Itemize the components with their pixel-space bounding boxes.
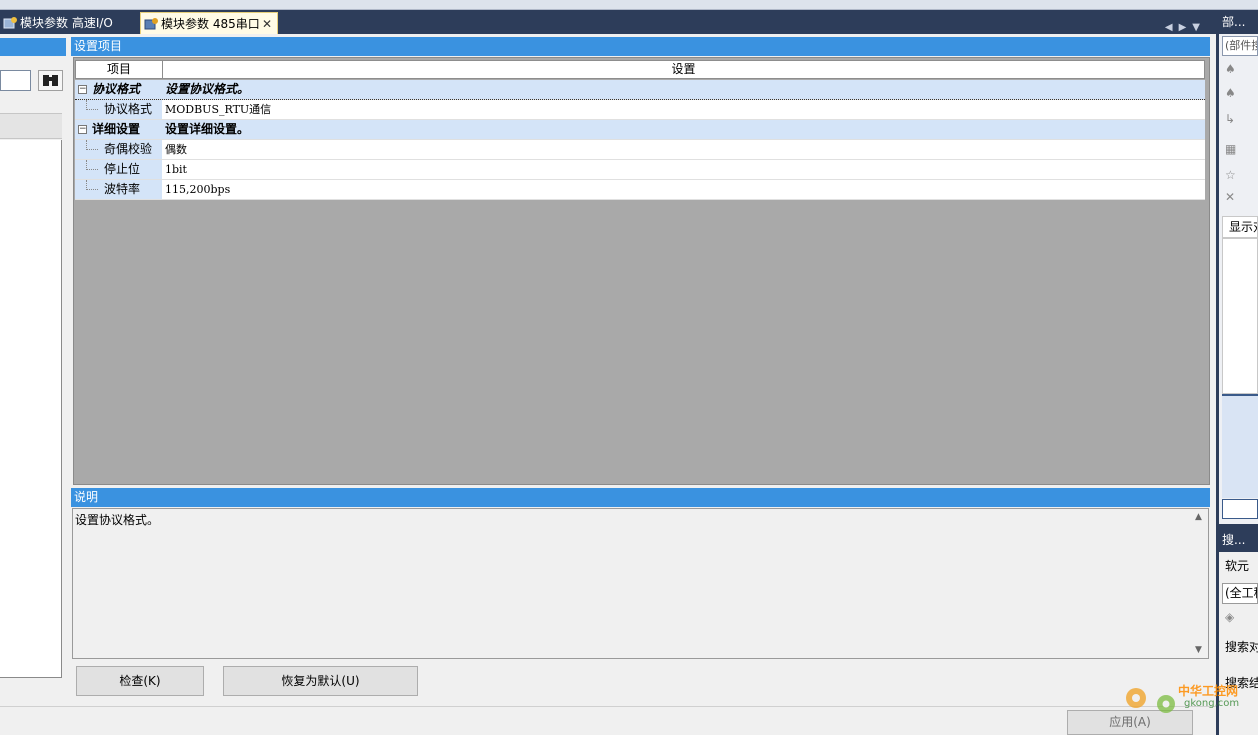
column-item-header: 项目 bbox=[76, 61, 163, 78]
search-target-label: 搜索对 bbox=[1225, 640, 1258, 654]
row-value[interactable]: 115,200bps bbox=[162, 180, 1205, 199]
tab-scroll-arrows-icon[interactable]: ◀▶▼ bbox=[1165, 22, 1206, 33]
row-label: − 详细设置 bbox=[75, 120, 162, 139]
module-params-icon bbox=[3, 17, 17, 29]
row-value: 设置详细设置。 bbox=[162, 120, 1205, 139]
close-icon[interactable]: ✕ bbox=[262, 13, 272, 35]
binoculars-icon bbox=[43, 75, 58, 86]
bottom-bar bbox=[0, 706, 1216, 735]
tab-label: 模块参数 高速I/O bbox=[20, 16, 113, 30]
setting-row-stop-bit[interactable]: 停止位 1bit bbox=[75, 160, 1205, 180]
group-row-protocol-format[interactable]: − 协议格式 设置协议格式。 bbox=[75, 80, 1205, 100]
left-item-list[interactable] bbox=[0, 140, 62, 678]
setting-row-protocol-format[interactable]: 协议格式 MODBUS_RTU通信 bbox=[75, 100, 1205, 120]
scroll-up-icon[interactable]: ▲ bbox=[1195, 512, 1202, 522]
description-box bbox=[72, 508, 1209, 659]
left-list-header bbox=[0, 113, 62, 139]
search-panel-title: 搜... bbox=[1222, 533, 1246, 547]
find-icon[interactable]: ♠ bbox=[1225, 62, 1241, 76]
row-value[interactable]: 1bit bbox=[162, 160, 1205, 179]
settings-section-title: 设置项目 bbox=[71, 37, 1210, 56]
tree-connector bbox=[86, 160, 98, 170]
display-tab[interactable]: 显示对 bbox=[1222, 216, 1258, 238]
binoculars-search-button[interactable] bbox=[38, 70, 63, 91]
parts-icon[interactable]: ▦ bbox=[1225, 142, 1241, 156]
delete-x-icon[interactable]: ✕ bbox=[1225, 190, 1241, 204]
document-tab-bar: 模块参数 高速I/O 模块参数 485串口 ✕ ◀▶▼ bbox=[0, 10, 1258, 34]
tree-connector bbox=[86, 140, 98, 150]
search-scope-dropdown[interactable]: (全工程 bbox=[1222, 583, 1258, 604]
parts-list[interactable] bbox=[1222, 238, 1258, 394]
column-setting-header: 设置 bbox=[671, 62, 696, 76]
find-next-icon[interactable]: ♠ bbox=[1225, 86, 1241, 100]
description-text: 设置协议格式。 bbox=[75, 513, 160, 527]
row-label: 奇偶校验 bbox=[75, 140, 162, 159]
search-options-icon[interactable]: ◈ bbox=[1225, 610, 1241, 624]
tree-connector bbox=[86, 180, 98, 190]
settings-column-header: 项目 设置 bbox=[75, 60, 1205, 79]
row-value[interactable]: 偶数 bbox=[162, 140, 1205, 159]
tree-connector bbox=[86, 100, 98, 110]
software-device-label: 软元 bbox=[1225, 559, 1250, 573]
watermark-url: gkong.com bbox=[1184, 698, 1240, 709]
tab-module-params-485-serial[interactable]: 模块参数 485串口 ✕ bbox=[140, 12, 278, 34]
row-value[interactable]: MODBUS_RTU通信 bbox=[162, 100, 1205, 119]
parts-search-input[interactable]: (部件搜 bbox=[1222, 36, 1258, 56]
setting-row-baud-rate[interactable]: 波特率 115,200bps bbox=[75, 180, 1205, 200]
setting-row-parity[interactable]: 奇偶校验 偶数 bbox=[75, 140, 1205, 160]
insert-icon[interactable]: ↳ bbox=[1225, 112, 1241, 126]
collapse-icon[interactable]: − bbox=[78, 85, 87, 94]
check-button[interactable]: 检查(K) bbox=[76, 666, 204, 696]
parts-panel-title: 部... bbox=[1222, 15, 1246, 29]
collapse-icon[interactable]: − bbox=[78, 125, 87, 134]
row-label: 协议格式 bbox=[75, 100, 162, 119]
module-params-icon bbox=[144, 18, 158, 30]
row-label: 波特率 bbox=[75, 180, 162, 199]
group-row-detail-settings[interactable]: − 详细设置 设置详细设置。 bbox=[75, 120, 1205, 140]
favorite-star-icon[interactable]: ☆ bbox=[1225, 168, 1241, 182]
tab-module-params-highspeed-io[interactable]: 模块参数 高速I/O bbox=[0, 12, 136, 34]
watermark-text: 中华工控网 bbox=[1178, 684, 1239, 698]
row-label: 停止位 bbox=[75, 160, 162, 179]
parts-panel-footer-tabs[interactable] bbox=[1222, 499, 1258, 519]
description-section-title: 说明 bbox=[71, 488, 1210, 507]
scroll-down-icon[interactable]: ▼ bbox=[1195, 645, 1202, 655]
parts-preview-area bbox=[1222, 394, 1258, 498]
left-panel-header bbox=[0, 38, 66, 56]
left-search-input[interactable] bbox=[0, 70, 31, 91]
restore-default-button[interactable]: 恢复为默认(U) bbox=[223, 666, 418, 696]
tab-label: 模块参数 485串口 bbox=[161, 17, 260, 31]
description-scrollbar[interactable]: ▲ ▼ bbox=[1192, 510, 1207, 657]
row-label: − 协议格式 bbox=[75, 80, 162, 99]
row-value: 设置协议格式。 bbox=[162, 80, 1205, 99]
quick-access-toolbar bbox=[0, 0, 1258, 10]
